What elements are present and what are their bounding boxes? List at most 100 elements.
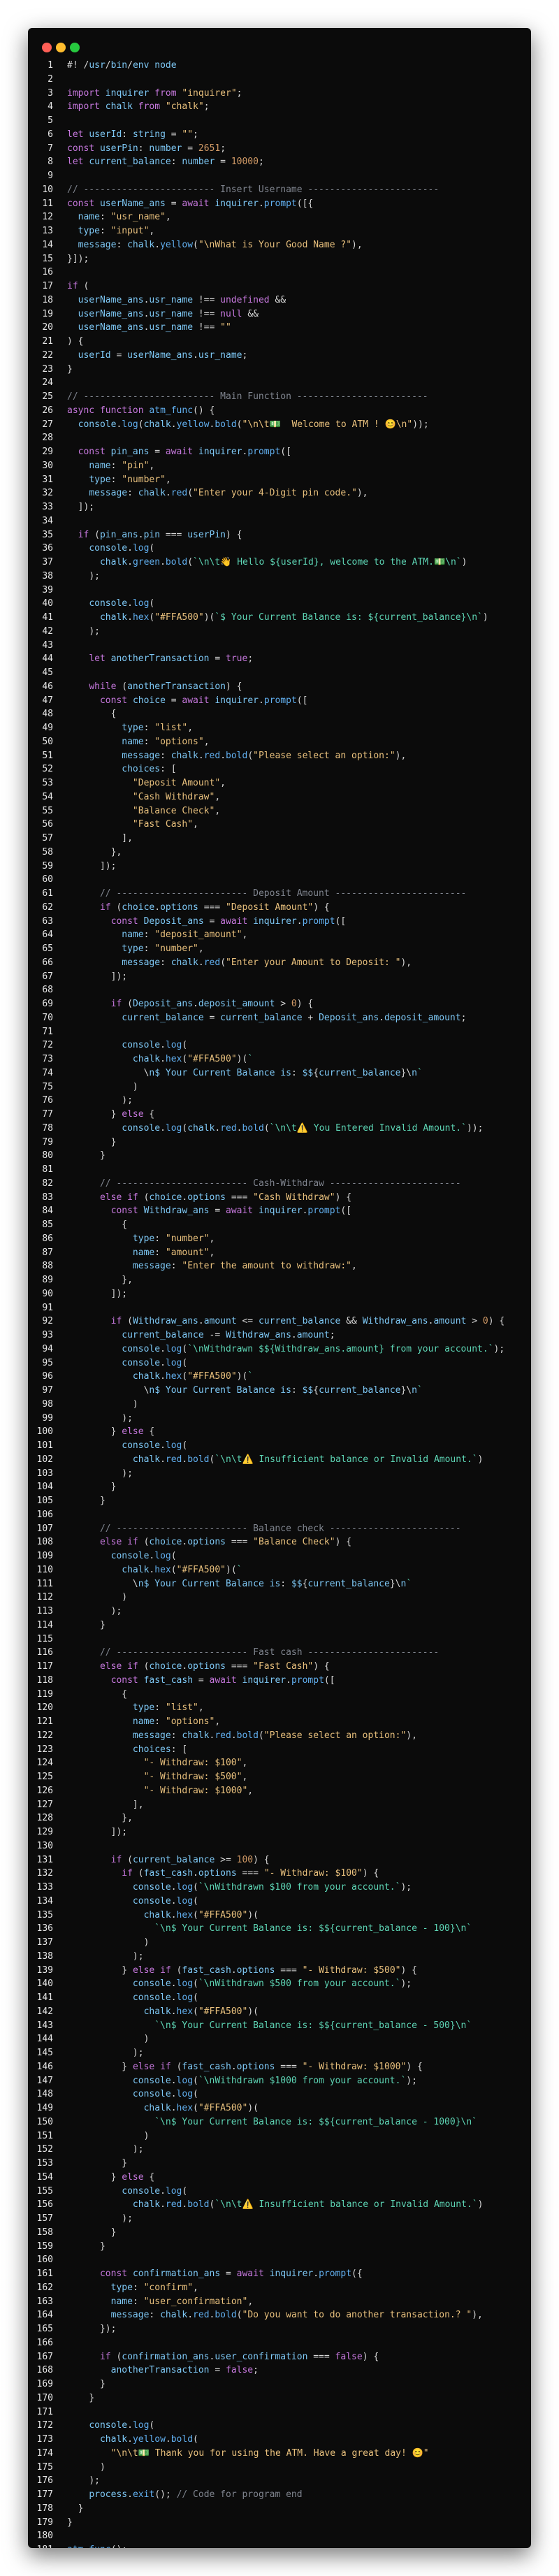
code-line: 57 ], — [28, 832, 531, 846]
line-number: 82 — [42, 1178, 53, 1189]
line-number: 89 — [42, 1275, 53, 1285]
line-number: 4 — [48, 101, 53, 113]
line-number: 180 — [36, 2531, 53, 2542]
code-text: process.exit(); // Code for program end — [89, 2489, 303, 2500]
line-number: 145 — [36, 2048, 53, 2058]
code-text: { — [122, 1220, 128, 1230]
line-number: 152 — [36, 2144, 53, 2155]
code-line: 142 chalk.hex("#FFA500")( — [28, 2005, 531, 2019]
code-text: const Withdraw_ans = await inquirer.prom… — [110, 1206, 352, 1217]
code-line: 10 // ------------------------ Insert Use… — [28, 183, 531, 197]
line-number: 151 — [36, 2130, 53, 2141]
line-number: 172 — [36, 2420, 53, 2431]
code-text: type: "confirm", — [110, 2282, 198, 2293]
line-number: 1 — [48, 60, 53, 71]
line-number: 105 — [36, 1496, 53, 1506]
code-text: const userPin: number = 2651; — [67, 143, 226, 154]
minimize-dot[interactable] — [56, 43, 66, 52]
line-number: 66 — [42, 957, 53, 968]
line-number: 27 — [42, 419, 53, 430]
code-text: const fast_cash = await inquirer.prompt(… — [110, 1674, 335, 1686]
line-number: 18 — [42, 294, 53, 305]
code-text: name: "options", — [122, 736, 210, 747]
line-number: 77 — [42, 1109, 53, 1120]
code-line: 11 const userName_ans = await inquirer.pr… — [28, 197, 531, 211]
code-window: 1 #! /usr/bin/env node 2 3 import inquirer f… — [28, 28, 531, 2548]
line-number: 120 — [36, 1702, 53, 1714]
line-number: 42 — [42, 625, 53, 637]
line-number: 121 — [36, 1716, 53, 1727]
line-number: 24 — [42, 377, 53, 389]
line-number: 124 — [36, 1758, 53, 1769]
line-number: 46 — [42, 681, 53, 692]
line-number: 169 — [36, 2379, 53, 2389]
line-number: 15 — [42, 253, 53, 264]
code-line: 172 console.log( — [28, 2419, 531, 2433]
code-text: const pin_ans = await inquirer.prompt([ — [78, 447, 291, 457]
line-number: 33 — [42, 502, 53, 512]
code-text: type: "list", — [132, 1702, 204, 1714]
code-text: const userName_ans = await inquirer.prom… — [67, 198, 314, 209]
code-line: 17 if ( — [28, 280, 531, 294]
line-number: 48 — [42, 709, 53, 720]
code-line: 83 else if (choice.options === "Cash Wit… — [28, 1191, 531, 1205]
line-number: 132 — [36, 1868, 53, 1879]
line-number: 13 — [42, 226, 53, 236]
code-text: if (pin_ans.pin === userPin) { — [78, 529, 242, 540]
code-line: 177 process.exit(); // Code for program … — [28, 2488, 531, 2502]
code-line: 4 import chalk from "chalk"; — [28, 100, 531, 114]
line-number: 67 — [42, 971, 53, 982]
code-text: import chalk from "chalk"; — [67, 101, 210, 113]
code-text: ]); — [110, 971, 128, 982]
line-number: 181 — [28, 2543, 67, 2548]
code-text: \n$ Your Current Balance is: $${current_… — [132, 1578, 412, 1589]
code-line: 51 message: chalk.red.bold("Please selec… — [28, 749, 531, 763]
code-line: 22 userId = userName_ans.usr_name; — [28, 349, 531, 363]
code-line: 67 ]); — [28, 970, 531, 984]
code-line: 55 "Balance Check", — [28, 804, 531, 818]
line-number: 63 — [42, 916, 53, 927]
line-number: 28 — [42, 433, 53, 444]
code-line: 86 type: "number", — [28, 1232, 531, 1246]
code-text: console.log( — [132, 1895, 198, 1906]
code-line: 63 const Deposit_ans = await inquirer.pr… — [28, 915, 531, 929]
code-text: ); — [132, 2048, 144, 2058]
code-line: 32 message: chalk.red("Enter your 4-Digi… — [28, 486, 531, 500]
code-text: ]); — [110, 1827, 128, 1837]
line-number: 103 — [36, 1468, 53, 1479]
line-number: 17 — [42, 281, 53, 291]
code-text: console.log(`\nWithdrawn $100 from your … — [132, 1882, 412, 1893]
line-number: 99 — [42, 1412, 53, 1424]
line-number: 109 — [36, 1551, 53, 1561]
code-text: chalk.yellow.bold( — [99, 2434, 198, 2445]
code-line: 126 "- Withdraw: $1000", — [28, 1784, 531, 1798]
line-number: 44 — [42, 653, 53, 665]
code-line: 111 \n$ Your Current Balance is: $${curr… — [28, 1577, 531, 1591]
code-line: 179} — [28, 2516, 531, 2530]
code-text: } — [110, 1136, 117, 1148]
code-line: 130 — [28, 1839, 531, 1853]
line-number: 142 — [36, 2006, 53, 2017]
code-line: 85 { — [28, 1218, 531, 1232]
code-text: ], — [132, 1799, 144, 1810]
code-line: 47 const choice = await inquirer.prompt(… — [28, 694, 531, 708]
close-dot[interactable] — [42, 43, 52, 52]
code-line: 181atm_func(); — [28, 2543, 531, 2548]
code-line: 125 "- Withdraw: $500", — [28, 1770, 531, 1784]
code-text: name: "deposit_amount", — [122, 929, 248, 941]
line-number: 30 — [42, 460, 53, 471]
code-line: 69 if (Deposit_ans.deposit_amount > 0) { — [28, 997, 531, 1011]
line-number: 161 — [36, 2269, 53, 2279]
code-line: 80 } — [28, 1149, 531, 1163]
code-line: 33 ]); — [28, 500, 531, 514]
line-number: 93 — [42, 1330, 53, 1340]
code-text: console.log( — [89, 543, 155, 554]
code-line: 77 } else { — [28, 1108, 531, 1122]
code-text: choices: [ — [122, 764, 177, 775]
code-text: let userId: string = ""; — [67, 129, 198, 140]
line-number: 64 — [42, 929, 53, 941]
line-number: 178 — [36, 2503, 53, 2514]
line-number: 136 — [36, 1923, 53, 1934]
maximize-dot[interactable] — [70, 43, 80, 52]
code-text: atm_func(); — [67, 2545, 127, 2548]
